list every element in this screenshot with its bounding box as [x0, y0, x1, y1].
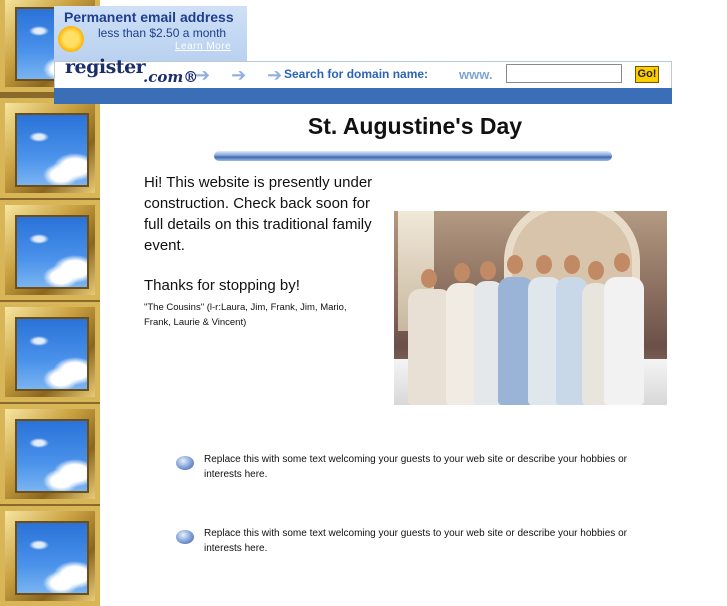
search-domain-label: Search for domain name: — [284, 67, 429, 81]
page-title: St. Augustine's Day — [307, 113, 523, 139]
list-item-text: Replace this with some text welcoming yo… — [204, 454, 627, 480]
sky-frame-tile — [0, 404, 100, 504]
sun-icon — [58, 26, 84, 52]
thanks-text: Thanks for stopping by! — [144, 277, 300, 294]
sky-frame-tile — [0, 506, 100, 606]
search-bar-bottom-stripe — [54, 88, 672, 104]
domain-search-input[interactable] — [506, 64, 622, 83]
ad-title: Permanent email address — [64, 9, 234, 25]
photo-caption: "The Cousins" (l-r:Laura, Jim, Frank, Ji… — [144, 302, 347, 328]
divider-bar — [214, 151, 612, 161]
register-logo-com[interactable]: .com® — [143, 68, 198, 86]
arrow-icons: ➔ ➔ ➔ — [195, 65, 291, 85]
ad-price-text: less than $2.50 a month — [98, 26, 227, 40]
family-photo — [394, 211, 667, 405]
intro-text: Hi! This website is presently under cons… — [144, 174, 373, 254]
register-logo[interactable]: register — [65, 56, 146, 78]
domain-search-bar: register .com® ➔ ➔ ➔ Search for domain n… — [54, 56, 672, 88]
list-item-text: Replace this with some text welcoming yo… — [204, 528, 627, 554]
go-button[interactable]: Go! — [635, 66, 659, 83]
email-ad-banner[interactable]: Permanent email address less than $2.50 … — [54, 6, 247, 61]
bullet-icon — [176, 530, 194, 544]
www-prefix: www. — [459, 67, 493, 82]
sky-frame-tile — [0, 200, 100, 300]
bullet-icon — [176, 456, 194, 470]
sky-frame-tile — [0, 302, 100, 402]
learn-more-link[interactable]: Learn More — [175, 41, 231, 52]
